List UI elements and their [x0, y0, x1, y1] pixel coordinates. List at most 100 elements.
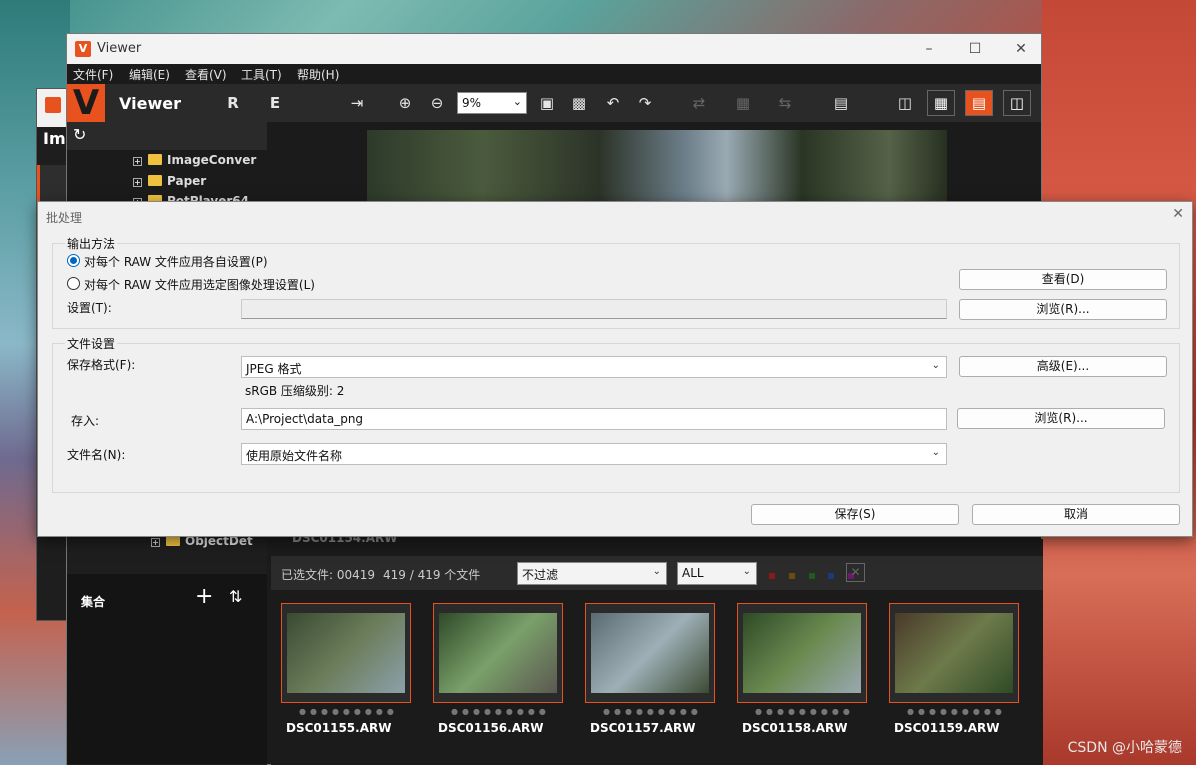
actual-size-icon[interactable]: ▩ — [567, 91, 591, 115]
add-icon[interactable]: + — [195, 584, 213, 609]
browse-settings-button[interactable]: 浏览(R)... — [959, 299, 1167, 320]
tree-item[interactable]: + ImageConver — [133, 153, 256, 167]
filmstrip-view-icon[interactable]: ▤ — [965, 90, 993, 116]
thumbnail-filename: DSC01157.ARW — [590, 721, 696, 735]
filename-label: 文件名(N): — [67, 448, 126, 462]
radio-selected-settings[interactable] — [67, 277, 80, 290]
dialog-title: 批处理 — [46, 211, 83, 225]
refresh-icon[interactable]: ↻ — [67, 122, 267, 150]
format-value: JPEG 格式 — [246, 362, 302, 376]
thumbnail[interactable] — [585, 603, 715, 703]
format-label: 保存格式(F): — [67, 358, 136, 372]
minimize-button[interactable]: – — [913, 38, 945, 60]
zoom-in-icon[interactable]: ⊕ — [393, 91, 417, 115]
radio-individual-label[interactable]: 对每个 RAW 文件应用各自设置(P) — [84, 253, 268, 270]
app-title: Viewer — [119, 94, 181, 113]
color-label-orange[interactable] — [788, 573, 795, 579]
fit-screen-icon[interactable]: ▣ — [535, 91, 559, 115]
chevron-down-icon: ⌄ — [742, 566, 751, 577]
rotate-left-icon[interactable]: ↶ — [601, 91, 625, 115]
tree-item[interactable]: + Paper — [133, 174, 206, 188]
format-select[interactable]: JPEG 格式 ⌄ — [241, 356, 947, 378]
sort-icon[interactable]: ⇅ — [229, 587, 242, 606]
thumbnail-filename: DSC01158.ARW — [742, 721, 848, 735]
filename-select[interactable]: 使用原始文件名称 ⌄ — [241, 443, 947, 465]
viewer-titlebar: V Viewer – ☐ ✕ — [67, 34, 1041, 64]
home-icon[interactable] — [37, 165, 67, 201]
flip-icon[interactable]: ◫ — [893, 91, 917, 115]
clear-filter-icon[interactable]: ✕ — [846, 563, 865, 582]
file-group-title: 文件设置 — [65, 335, 118, 352]
radio-selected-label[interactable]: 对每个 RAW 文件应用选定图像处理设置(L) — [84, 276, 315, 293]
advanced-button[interactable]: 高级(E)... — [959, 356, 1167, 377]
menu-view[interactable]: 查看(V) — [185, 66, 227, 83]
save-button[interactable]: 保存(S) — [751, 504, 959, 525]
thumbnail-rating-dots: ●●●●●●●●● — [603, 707, 702, 716]
batch-dialog: 批处理 ✕ 输出方法 对每个 RAW 文件应用各自设置(P) 对每个 RAW 文… — [37, 201, 1193, 537]
remote-mode-icon[interactable]: E — [263, 91, 287, 115]
panel-layout-icon[interactable]: ▤ — [829, 91, 853, 115]
thumbnail-rating-dots: ●●●●●●●●● — [451, 707, 550, 716]
export-icon[interactable]: ⇥ — [345, 91, 369, 115]
output-group-title: 输出方法 — [65, 235, 118, 252]
thumbnail[interactable] — [281, 603, 411, 703]
grid-view-icon[interactable]: ▦ — [927, 90, 955, 116]
thumbnail-filename: DSC01156.ARW — [438, 721, 544, 735]
thumbnail-image — [895, 613, 1013, 693]
color-label-green[interactable] — [808, 573, 815, 579]
filename-value: 使用原始文件名称 — [246, 449, 343, 463]
thumbnail-image — [591, 613, 709, 693]
settings-field[interactable] — [241, 299, 947, 319]
color-label-blue[interactable] — [828, 573, 835, 579]
save-to-field[interactable]: A:\Project\data_png — [241, 408, 947, 430]
maximize-button[interactable]: ☐ — [959, 38, 991, 60]
chevron-down-icon: ⌄ — [931, 447, 940, 458]
watermark: CSDN @小哈蒙德 — [1067, 740, 1182, 756]
close-button[interactable]: ✕ — [1005, 38, 1037, 60]
menu-edit[interactable]: 编辑(E) — [129, 66, 170, 83]
sync-view-icon[interactable]: ⇆ — [773, 91, 797, 115]
radio-individual-settings[interactable] — [67, 254, 80, 267]
rotate-right-icon[interactable]: ↷ — [633, 91, 657, 115]
thumbnail-image — [287, 613, 405, 693]
close-icon[interactable]: ✕ — [1172, 206, 1184, 222]
thumbnail[interactable] — [889, 603, 1019, 703]
viewer-logo-icon: V — [67, 84, 105, 122]
background-app-logo-icon — [45, 97, 61, 113]
zoom-out-icon[interactable]: ⊖ — [425, 91, 449, 115]
thumbnail[interactable] — [433, 603, 563, 703]
cancel-button[interactable]: 取消 — [972, 504, 1180, 525]
edit-mode-icon[interactable]: R — [221, 91, 245, 115]
view-button[interactable]: 查看(D) — [959, 269, 1167, 290]
thumbnail-filename: DSC01155.ARW — [286, 721, 392, 735]
file-settings-group: 文件设置 保存格式(F): JPEG 格式 ⌄ 高级(E)... sRGB 压缩… — [52, 335, 1180, 493]
menu-tools[interactable]: 工具(T) — [241, 66, 282, 83]
filter-bar: 已选文件: 00419 419 / 419 个文件 不过滤 ⌄ ALL ⌄ ✕ — [271, 556, 1043, 590]
sync-grid-icon[interactable]: ▦ — [731, 91, 755, 115]
file-count: 419 / 419 个文件 — [383, 568, 481, 582]
browse-folder-button[interactable]: 浏览(R)... — [957, 408, 1165, 429]
save-to-label: 存入: — [71, 414, 100, 428]
folder-icon — [148, 154, 162, 165]
output-method-group: 输出方法 对每个 RAW 文件应用各自设置(P) 对每个 RAW 文件应用选定图… — [52, 235, 1180, 329]
zoom-select[interactable]: 9% ⌄ — [457, 92, 527, 114]
rating-filter-value: ALL — [682, 566, 704, 580]
thumbnail[interactable] — [737, 603, 867, 703]
thumbnail-filename: DSC01159.ARW — [894, 721, 1000, 735]
rating-filter-select[interactable]: ALL ⌄ — [677, 562, 757, 585]
menu-help[interactable]: 帮助(H) — [297, 66, 339, 83]
viewer-app-icon: V — [75, 41, 91, 57]
thumbnail-image — [743, 613, 861, 693]
chevron-down-icon: ⌄ — [652, 566, 661, 577]
selected-count: 已选文件: 00419 — [281, 568, 376, 582]
menu-file[interactable]: 文件(F) — [73, 66, 113, 83]
viewer-window-title: Viewer — [97, 41, 142, 56]
thumbnail-rating-dots: ●●●●●●●●● — [299, 707, 398, 716]
chevron-down-icon: ⌄ — [512, 95, 522, 108]
compare-icon[interactable]: ⇄ — [687, 91, 711, 115]
filter-select[interactable]: 不过滤 ⌄ — [517, 562, 667, 585]
thumbnail-rating-dots: ●●●●●●●●● — [755, 707, 854, 716]
color-label-red[interactable] — [769, 573, 775, 579]
split-view-icon[interactable]: ◫ — [1003, 90, 1031, 116]
settings-label: 设置(T): — [67, 301, 112, 315]
